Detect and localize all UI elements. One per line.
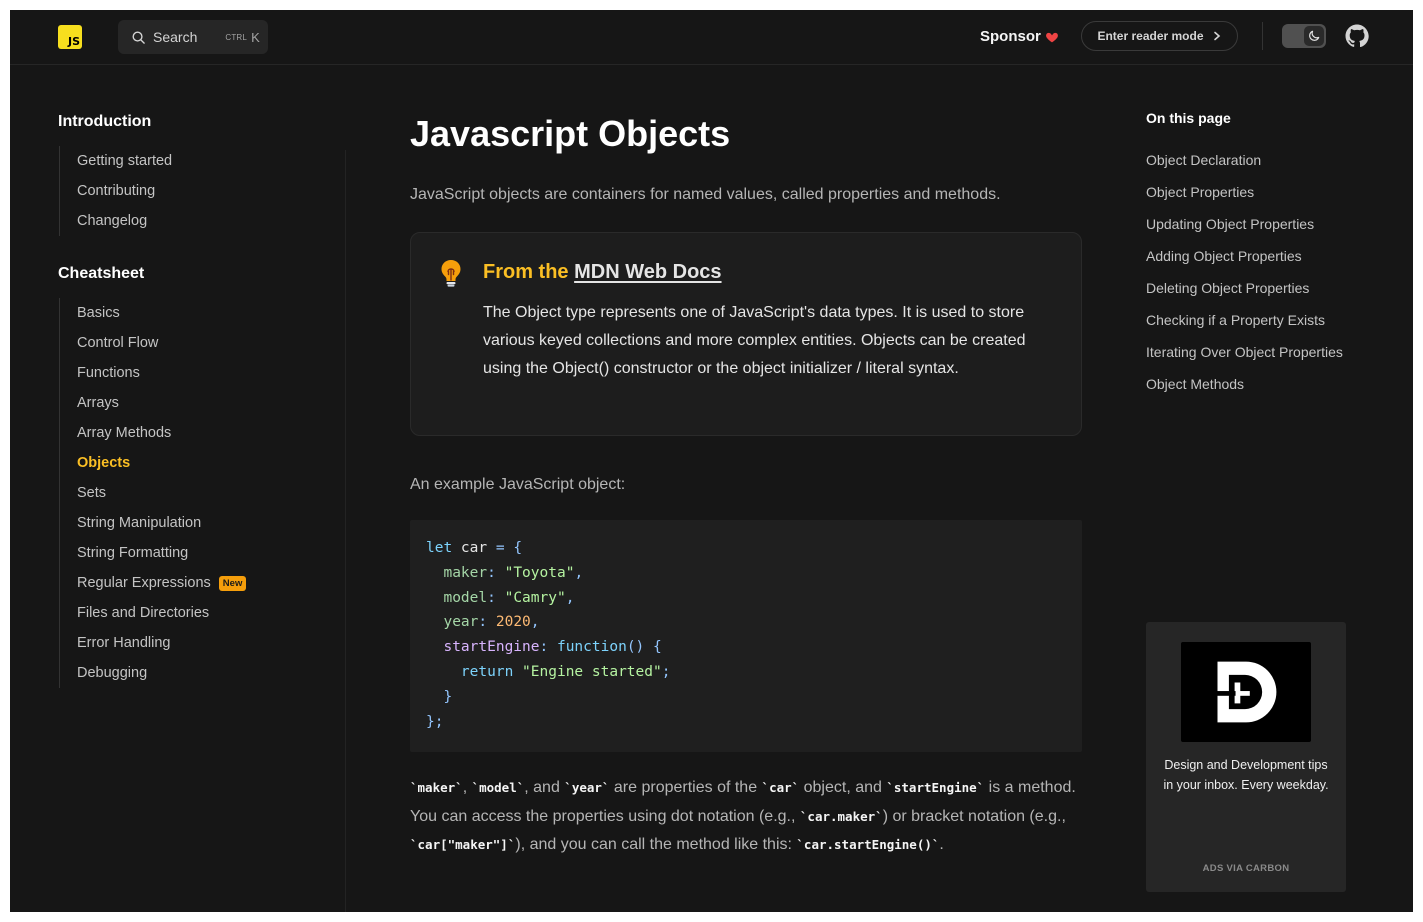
carbon-ad: Design and Development tips in your inbo… — [1146, 622, 1346, 892]
callout-heading: From the MDN Web Docs — [483, 261, 722, 283]
search-label: Search — [153, 29, 198, 45]
sidebar-item-arrays[interactable]: Arrays — [77, 388, 348, 418]
sidebar-item-string-formatting[interactable]: String Formatting — [77, 538, 348, 568]
sidebar-item-changelog[interactable]: Changelog — [77, 206, 348, 236]
chevron-right-icon — [1213, 31, 1220, 41]
sidebar-item-files-and-directories[interactable]: Files and Directories — [77, 598, 348, 628]
toc-item-iterating-object-properties[interactable]: Iterating Over Object Properties — [1146, 342, 1386, 374]
sidebar-item-error-handling[interactable]: Error Handling — [77, 628, 348, 658]
ad-text[interactable]: Design and Development tips in your inbo… — [1160, 756, 1332, 795]
sidebar-group-introduction: Getting started Contributing Changelog — [59, 146, 348, 236]
on-this-page: On this page Object Declaration Object P… — [1146, 108, 1386, 406]
toc-list: Object Declaration Object Properties Upd… — [1146, 150, 1386, 406]
sidebar-item-debugging[interactable]: Debugging — [77, 658, 348, 688]
reader-mode-button[interactable]: Enter reader mode — [1081, 21, 1238, 51]
page-title: Javascript Objects — [410, 113, 731, 154]
search-button[interactable]: Search CTRL K — [118, 20, 268, 54]
mdn-web-docs-link[interactable]: MDN Web Docs — [574, 261, 721, 283]
sidebar-divider — [345, 150, 346, 912]
new-badge: New — [218, 575, 247, 591]
toc-item-object-properties[interactable]: Object Properties — [1146, 182, 1386, 214]
toggle-knob — [1304, 26, 1324, 46]
heart-icon — [1045, 32, 1058, 43]
example-label: An example JavaScript object: — [410, 476, 626, 493]
sidebar-item-control-flow[interactable]: Control Flow — [77, 328, 348, 358]
sidebar-item-string-manipulation[interactable]: String Manipulation — [77, 508, 348, 538]
github-icon[interactable] — [1345, 24, 1369, 48]
toc-item-object-methods[interactable]: Object Methods — [1146, 374, 1386, 406]
ad-logo-icon — [1210, 661, 1277, 723]
lightbulb-icon — [441, 260, 461, 287]
sponsor-link[interactable]: Sponsor — [980, 28, 1059, 45]
toc-title: On this page — [1146, 110, 1231, 126]
explanation-paragraph: `maker`, `model`, and `year` are propert… — [410, 779, 1076, 853]
sidebar-item-sets[interactable]: Sets — [77, 478, 348, 508]
toc-item-adding-object-properties[interactable]: Adding Object Properties — [1146, 246, 1386, 278]
toc-item-deleting-object-properties[interactable]: Deleting Object Properties — [1146, 278, 1386, 310]
app-frame: JS Search CTRL K Sponsor Enter reader mo… — [10, 10, 1413, 912]
sidebar-item-functions[interactable]: Functions — [77, 358, 348, 388]
sidebar-item-basics[interactable]: Basics — [77, 298, 348, 328]
header-divider — [1262, 22, 1263, 50]
lead-paragraph: JavaScript objects are containers for na… — [410, 186, 1001, 203]
sidebar-section-cheatsheet: Cheatsheet — [58, 265, 145, 282]
theme-toggle[interactable] — [1282, 24, 1326, 48]
moon-icon — [1309, 30, 1320, 41]
sidebar-item-regular-expressions[interactable]: Regular Expressions New — [77, 568, 348, 598]
search-icon — [132, 31, 145, 44]
search-shortcut: CTRL K — [225, 29, 260, 45]
sidebar: Introduction Getting started Contributin… — [58, 110, 348, 688]
toc-item-updating-object-properties[interactable]: Updating Object Properties — [1146, 214, 1386, 246]
sidebar-item-label: Regular Expressions — [77, 575, 211, 591]
code-block[interactable]: let car = { maker: "Toyota", model: "Cam… — [410, 520, 1082, 752]
toc-item-checking-property-exists[interactable]: Checking if a Property Exists — [1146, 310, 1386, 342]
top-bar: JS Search CTRL K Sponsor Enter reader mo… — [10, 10, 1413, 65]
sidebar-item-contributing[interactable]: Contributing — [77, 176, 348, 206]
sidebar-item-getting-started[interactable]: Getting started — [77, 146, 348, 176]
sidebar-section-introduction: Introduction — [58, 113, 152, 130]
ad-image[interactable] — [1181, 642, 1311, 742]
sidebar-group-cheatsheet: Basics Control Flow Functions Arrays Arr… — [59, 298, 348, 688]
sidebar-item-objects[interactable]: Objects — [77, 448, 348, 478]
main-content: Javascript Objects JavaScript objects ar… — [410, 110, 1082, 860]
sidebar-item-array-methods[interactable]: Array Methods — [77, 418, 348, 448]
toc-item-object-declaration[interactable]: Object Declaration — [1146, 150, 1386, 182]
ads-via-carbon[interactable]: ADS VIA CARBON — [1146, 863, 1346, 874]
js-logo[interactable]: JS — [58, 25, 82, 49]
callout-body: The Object type represents one of JavaSc… — [483, 304, 1026, 377]
mdn-callout: From the MDN Web Docs The Object type re… — [410, 232, 1082, 436]
